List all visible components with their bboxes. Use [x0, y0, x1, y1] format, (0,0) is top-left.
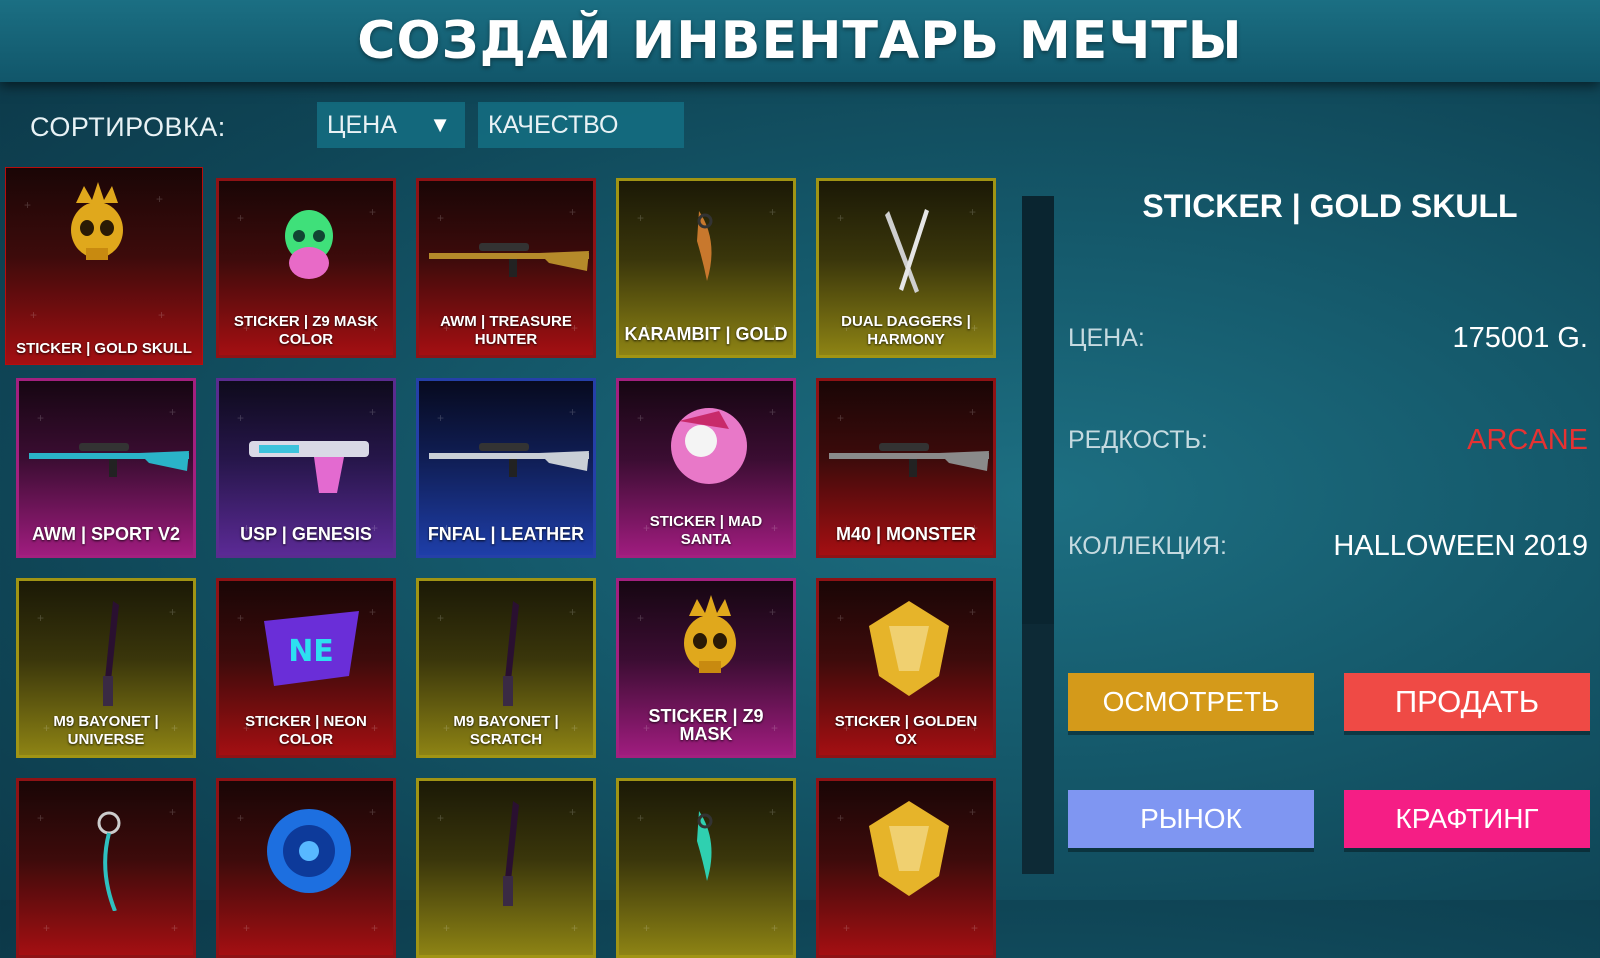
sparkle-decoration: +	[643, 921, 651, 935]
detail-price-row: ЦЕНА: 175001 G.	[1068, 318, 1588, 358]
sell-button[interactable]: ПРОДАТЬ	[1344, 673, 1590, 731]
inventory-card-label: STICKER | GOLDEN OX	[834, 713, 978, 748]
dual-daggers-icon	[819, 181, 993, 311]
inventory-card-label: USP | GENESIS	[240, 524, 372, 544]
rifle-leather-icon	[419, 381, 593, 511]
sparkle-decoration: +	[371, 921, 379, 935]
inventory-card[interactable]: + + + + AWM | TREASURE HUNTER	[416, 178, 596, 358]
header-bar: СОЗДАЙ ИНВЕНТАРЬ МЕЧТЫ	[0, 0, 1600, 82]
inventory-card-label: M9 BAYONET | UNIVERSE	[53, 713, 159, 748]
inventory-card-label: AWM | SPORT V2	[31, 524, 181, 544]
detail-rarity-row: РЕДКОСТЬ: ARCANE	[1068, 420, 1588, 460]
inventory-card[interactable]: + + + + FNFAL | LEATHER	[416, 378, 596, 558]
dark-knife-icon	[419, 781, 593, 911]
detail-rarity-label: РЕДКОСТЬ:	[1068, 425, 1208, 454]
inventory-card-label: FNFAL | LEATHER	[427, 524, 585, 544]
sniper-rifle-monster-icon	[819, 381, 993, 511]
detail-price-value: 175001 G.	[1452, 321, 1588, 354]
sparkle-decoration: +	[43, 921, 51, 935]
crafting-button[interactable]: КРАФТИНГ	[1344, 790, 1590, 848]
green-karambit-icon	[619, 781, 793, 911]
scrollbar-thumb[interactable]	[1022, 196, 1054, 624]
inventory-card[interactable]: + + + +	[816, 778, 996, 958]
inventory-card[interactable]: + + + + STICKER | GOLD SKULL	[6, 168, 202, 364]
blue-vortex-sticker-icon	[219, 781, 393, 911]
dragon-sticker-icon	[819, 781, 993, 911]
sparkle-decoration: +	[971, 921, 979, 935]
detail-price-label: ЦЕНА:	[1068, 323, 1145, 352]
detail-collection-value: HALLOWEEN 2019	[1333, 529, 1588, 562]
sparkle-decoration: +	[443, 921, 451, 935]
mad-santa-sticker-icon	[619, 381, 793, 511]
karambit-knife-icon	[619, 181, 793, 311]
selected-item-title: STICKER | GOLD SKULL	[1142, 188, 1518, 224]
inventory-card[interactable]: + + + + M40 | MONSTER	[816, 378, 996, 558]
sparkle-decoration: +	[571, 921, 579, 935]
inventory-card-label: KARAMBIT | GOLD	[624, 324, 788, 344]
inventory-card-label: M40 | MONSTER	[835, 524, 977, 544]
inventory-card[interactable]: + + + +	[416, 778, 596, 958]
inventory-card-label: STICKER | Z9 MASK	[648, 706, 764, 744]
inventory-card[interactable]: + + + + STICKER | Z9 MASK COLOR	[216, 178, 396, 358]
inventory-grid: + + + + STICKER | GOLD SKULL + + + + STICKER | Z9…	[0, 0, 1000, 958]
inventory-card[interactable]: + + + + AWM | SPORT V2	[16, 378, 196, 558]
gold-skull-sticker-icon	[6, 168, 202, 298]
inventory-card-label: AWM | TREASURE HUNTER	[440, 313, 572, 348]
inventory-card[interactable]: + + + + STICKER | GOLDEN OX	[816, 578, 996, 758]
inventory-card[interactable]: + + + + KARAMBIT | GOLD	[616, 178, 796, 358]
inventory-scrollbar[interactable]	[1022, 196, 1054, 874]
inventory-card[interactable]: + + + + M9 BAYONET | SCRATCH	[416, 578, 596, 758]
inspect-button[interactable]: ОСМОТРЕТЬ	[1068, 673, 1314, 731]
inventory-card[interactable]: + + + +	[616, 778, 796, 958]
inventory-card[interactable]: + + + + STICKER | Z9 MASK	[616, 578, 796, 758]
inventory-card[interactable]: + + + +	[216, 778, 396, 958]
sparkle-decoration: +	[843, 921, 851, 935]
sparkle-decoration: +	[243, 921, 251, 935]
inventory-card[interactable]: + + + + M9 BAYONET | UNIVERSE	[16, 578, 196, 758]
detail-collection-row: КОЛЛЕКЦИЯ: HALLOWEEN 2019	[1068, 526, 1588, 566]
inventory-card-label: M9 BAYONET | SCRATCH	[453, 713, 559, 748]
market-button[interactable]: РЫНОК	[1068, 790, 1314, 848]
sniper-rifle-sport-icon	[19, 381, 193, 511]
page-title: СОЗДАЙ ИНВЕНТАРЬ МЕЧТЫ	[357, 11, 1243, 71]
z9-mask-color-sticker-icon	[219, 181, 393, 311]
sniper-rifle-gold-icon	[419, 181, 593, 311]
bayonet-universe-icon	[19, 581, 193, 711]
inventory-card[interactable]: + + + + USP | GENESIS	[216, 378, 396, 558]
bayonet-scratch-icon	[419, 581, 593, 711]
golden-ox-sticker-icon	[819, 581, 993, 711]
pistol-genesis-icon	[219, 381, 393, 511]
detail-collection-label: КОЛЛЕКЦИЯ:	[1068, 531, 1227, 560]
charm-pendant-icon	[19, 781, 193, 912]
inventory-card[interactable]: + + + + DUAL DAGGERS | HARMONY	[816, 178, 996, 358]
inventory-card-label: STICKER | MAD SANTA	[649, 513, 763, 548]
inventory-card[interactable]: + + + + NE STICKER | NEON COLOR	[216, 578, 396, 758]
inventory-card[interactable]: + + + + STICKER | MAD SANTA	[616, 378, 796, 558]
z9-mask-gold-sticker-icon	[619, 581, 793, 711]
sparkle-decoration: +	[771, 921, 779, 935]
inventory-card-label: STICKER | NEON COLOR	[245, 713, 367, 748]
sparkle-decoration: +	[158, 308, 166, 322]
svg-text:NE: NE	[288, 634, 334, 669]
detail-rarity-value: ARCANE	[1467, 423, 1588, 456]
inventory-card-label: STICKER | Z9 MASK COLOR	[233, 313, 379, 348]
inventory-card-label: STICKER | GOLD SKULL	[16, 340, 192, 357]
neon-sticker-icon: NE	[219, 581, 393, 711]
inventory-card-label: DUAL DAGGERS | HARMONY	[841, 313, 971, 348]
inventory-card[interactable]: + + + +	[16, 778, 196, 958]
sparkle-decoration: +	[30, 308, 38, 322]
sparkle-decoration: +	[171, 921, 179, 935]
